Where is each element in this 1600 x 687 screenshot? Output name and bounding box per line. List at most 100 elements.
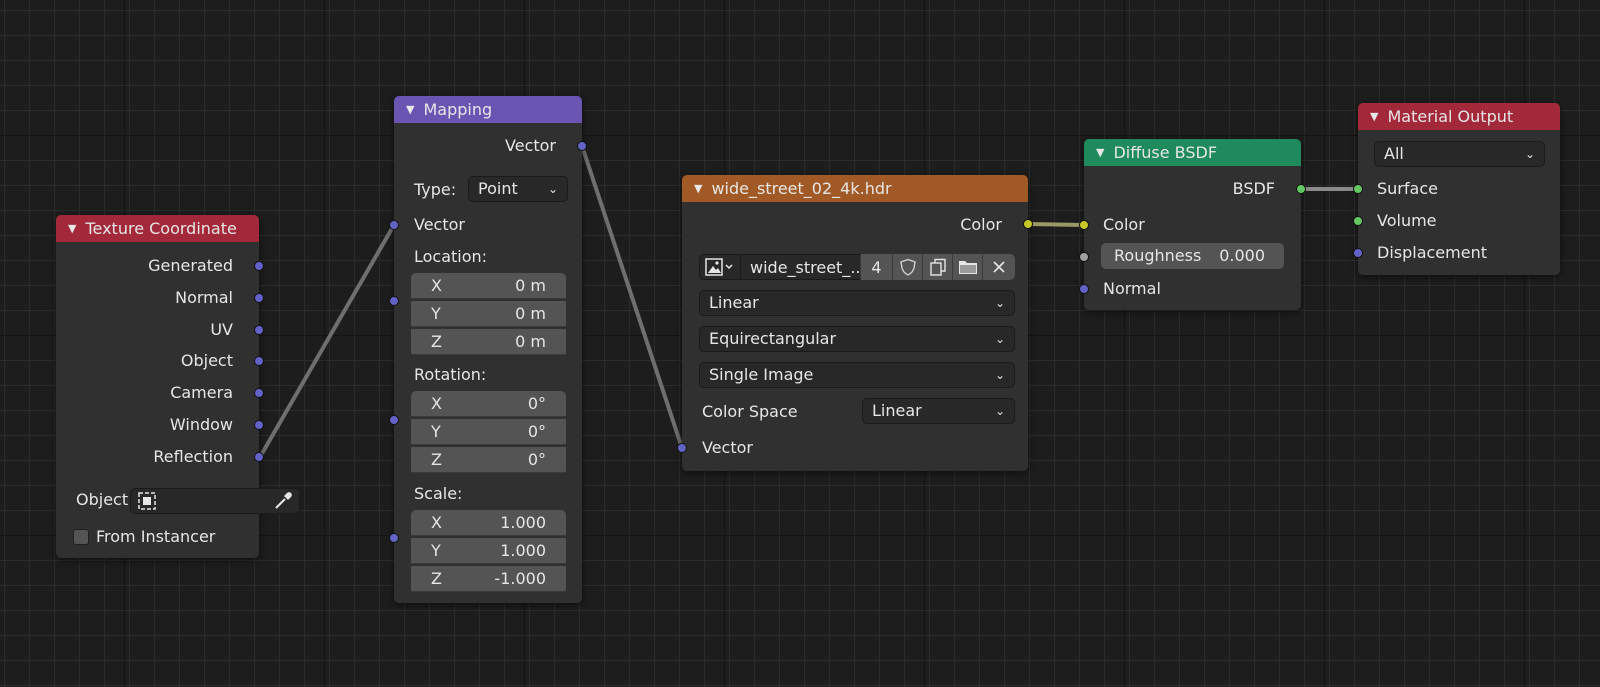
- rotation-z-field[interactable]: Z 0°: [411, 447, 566, 473]
- node-title: Diffuse BSDF: [1113, 143, 1218, 162]
- target-dropdown[interactable]: All ⌄: [1374, 141, 1545, 167]
- node-title: Mapping: [423, 100, 493, 119]
- texture-coordinate-node[interactable]: ▼ Texture Coordinate Generated Normal UV…: [56, 215, 300, 558]
- diffuse-bsdf-node[interactable]: ▼ Diffuse BSDF BSDF Color Roughness 0.00…: [1084, 139, 1301, 310]
- node-header[interactable]: ▼ Diffuse BSDF: [1084, 139, 1301, 166]
- socket-mapping-scale[interactable]: [389, 533, 399, 543]
- socket-uv[interactable]: [254, 325, 264, 335]
- socket-image-in-vector[interactable]: [677, 443, 687, 453]
- socket-normal[interactable]: [254, 293, 264, 303]
- source-dropdown[interactable]: Single Image ⌄: [699, 362, 1015, 388]
- image-browse-button[interactable]: [699, 254, 741, 280]
- scale-x-field[interactable]: X 1.000: [411, 510, 566, 536]
- collapse-triangle-icon[interactable]: ▼: [406, 103, 414, 116]
- location-fields: X0 m Y0 m Z0 m: [411, 273, 566, 357]
- socket-generated[interactable]: [254, 261, 264, 271]
- fake-user-button[interactable]: [893, 254, 923, 280]
- object-picker-field[interactable]: [130, 488, 300, 514]
- chevron-down-icon: ⌄: [1524, 147, 1535, 161]
- input-vector-label: Vector: [414, 215, 465, 234]
- socket-output-volume[interactable]: [1353, 216, 1363, 226]
- scale-z-field[interactable]: Z -1.000: [411, 566, 566, 592]
- close-icon: [993, 261, 1005, 273]
- node-header[interactable]: ▼ Texture Coordinate: [56, 215, 259, 242]
- output-object: Object: [180, 351, 233, 370]
- type-dropdown[interactable]: Point ⌄: [468, 176, 568, 202]
- input-displacement-label: Displacement: [1377, 243, 1487, 262]
- input-surface-label: Surface: [1377, 179, 1438, 198]
- object-cube-icon: [138, 492, 156, 510]
- socket-mapping-location[interactable]: [389, 296, 399, 306]
- collapse-triangle-icon[interactable]: ▼: [68, 222, 76, 235]
- link-mapping-to-image-vector[interactable]: [580, 144, 684, 450]
- socket-output-surface[interactable]: [1353, 184, 1363, 194]
- output-uv: UV: [210, 320, 233, 339]
- eyedropper-icon[interactable]: [273, 491, 293, 511]
- socket-window[interactable]: [254, 420, 264, 430]
- socket-mapping-rotation[interactable]: [389, 415, 399, 425]
- chevron-down-icon: ⌄: [994, 332, 1005, 346]
- socket-camera[interactable]: [254, 388, 264, 398]
- socket-image-out-color[interactable]: [1023, 219, 1033, 229]
- location-y-field[interactable]: Y0 m: [411, 301, 566, 327]
- color-space-label: Color Space: [702, 402, 798, 421]
- mapping-node[interactable]: ▼ Mapping Vector Type: Point ⌄ Vector Lo…: [394, 96, 582, 603]
- chevron-down-icon: ⌄: [994, 296, 1005, 310]
- location-x-field[interactable]: X0 m: [411, 273, 566, 299]
- rotation-fields: X 0° Y 0° Z 0°: [411, 391, 566, 475]
- input-normal-label: Normal: [1103, 279, 1161, 298]
- input-color-label: Color: [1103, 215, 1145, 234]
- socket-reflection[interactable]: [254, 452, 264, 462]
- output-color-label: Color: [960, 215, 1002, 234]
- roughness-field[interactable]: Roughness 0.000: [1101, 243, 1284, 269]
- input-volume-label: Volume: [1377, 211, 1437, 230]
- link-color-to-color[interactable]: [1026, 222, 1086, 227]
- collapse-triangle-icon[interactable]: ▼: [694, 182, 702, 195]
- socket-output-displacement[interactable]: [1353, 248, 1363, 258]
- from-instancer-checkbox[interactable]: [73, 529, 89, 545]
- collapse-triangle-icon[interactable]: ▼: [1096, 146, 1104, 159]
- object-label: Object:: [76, 490, 134, 509]
- duplicate-image-button[interactable]: [923, 254, 953, 280]
- node-title: Material Output: [1387, 107, 1514, 126]
- image-name-field[interactable]: wide_street_...: [741, 254, 866, 280]
- output-camera: Camera: [170, 383, 233, 402]
- shield-icon: [899, 258, 916, 276]
- socket-mapping-in-vector[interactable]: [389, 220, 399, 230]
- scale-label: Scale:: [414, 484, 463, 503]
- output-window: Window: [169, 415, 233, 434]
- node-header[interactable]: ▼ Material Output: [1358, 103, 1560, 130]
- image-icon: [705, 258, 733, 276]
- socket-bsdf-in-normal[interactable]: [1079, 284, 1089, 294]
- color-space-dropdown[interactable]: Linear ⌄: [862, 398, 1015, 424]
- scale-fields: X 1.000 Y 1.000 Z -1.000: [411, 510, 566, 594]
- interpolation-dropdown[interactable]: Linear ⌄: [699, 290, 1015, 316]
- socket-bsdf-out[interactable]: [1296, 184, 1306, 194]
- socket-object[interactable]: [254, 356, 264, 366]
- users-count-button[interactable]: 4: [861, 254, 893, 280]
- projection-dropdown[interactable]: Equirectangular ⌄: [699, 326, 1015, 352]
- node-header[interactable]: ▼ Mapping: [394, 96, 582, 123]
- material-output-node[interactable]: ▼ Material Output All ⌄ Surface Volume D…: [1358, 103, 1560, 275]
- collapse-triangle-icon[interactable]: ▼: [1370, 110, 1378, 123]
- duplicate-icon: [929, 258, 946, 276]
- from-instancer-label: From Instancer: [96, 527, 216, 546]
- input-vector-label: Vector: [702, 438, 753, 457]
- rotation-x-field[interactable]: X 0°: [411, 391, 566, 417]
- node-header[interactable]: ▼ wide_street_02_4k.hdr: [682, 175, 1028, 202]
- socket-bsdf-in-roughness[interactable]: [1079, 252, 1089, 262]
- output-normal: Normal: [175, 288, 233, 307]
- rotation-y-field[interactable]: Y 0°: [411, 419, 566, 445]
- socket-bsdf-in-color[interactable]: [1079, 220, 1089, 230]
- location-z-field[interactable]: Z0 m: [411, 329, 566, 355]
- output-generated: Generated: [148, 256, 233, 275]
- image-texture-node[interactable]: ▼ wide_street_02_4k.hdr Color wide_stree…: [682, 175, 1028, 471]
- link-reflection-to-vector[interactable]: [258, 223, 396, 459]
- scale-y-field[interactable]: Y 1.000: [411, 538, 566, 564]
- socket-mapping-out-vector[interactable]: [577, 141, 587, 151]
- output-reflection: Reflection: [153, 447, 233, 466]
- unlink-image-button[interactable]: [983, 254, 1015, 280]
- node-title: wide_street_02_4k.hdr: [711, 179, 892, 198]
- rotation-label: Rotation:: [414, 365, 487, 384]
- open-image-button[interactable]: [953, 254, 983, 280]
